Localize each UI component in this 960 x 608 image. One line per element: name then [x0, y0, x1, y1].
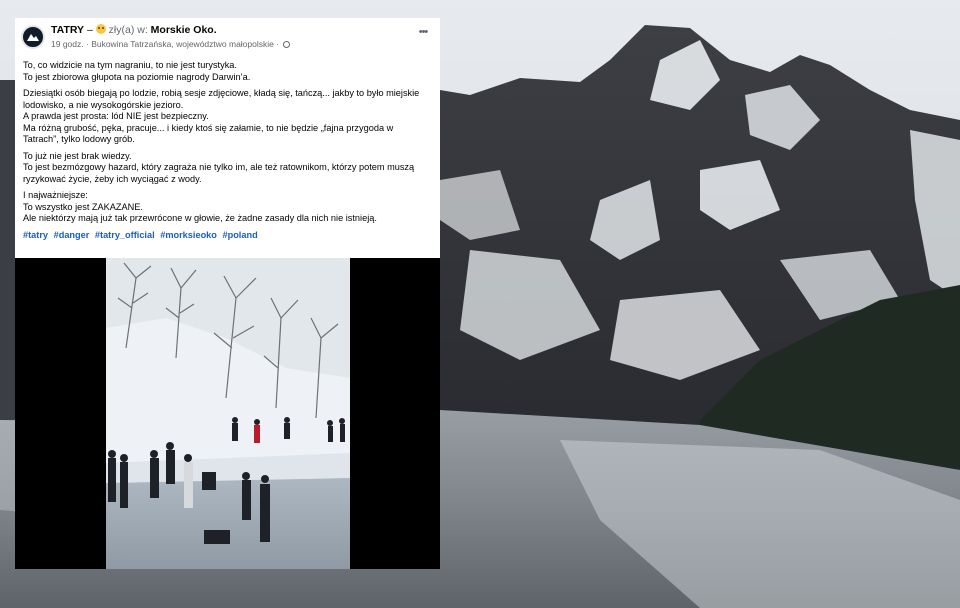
post-line: To, co widzicie na tym nagraniu, to nie …	[23, 60, 237, 70]
hashtag-list: #tatry #danger #tatry_official #morksieo…	[23, 230, 430, 242]
post-paragraph: I najważniejsze: To wszystko jest ZAKAZA…	[23, 190, 430, 225]
post-line: To jest bezmózgowy hazard, który zagraża…	[23, 162, 415, 184]
post-meta-line: 19 godz. · Bukowina Tatrzańska, wojewódz…	[51, 38, 416, 50]
feeling-separator: –	[84, 24, 96, 36]
post-body: To, co widzicie na tym nagraniu, to nie …	[21, 60, 430, 241]
post-line: Dziesiątki osób biegają po lodzie, robią…	[23, 88, 420, 110]
post-paragraph: To już nie jest brak wiedzy. To jest bez…	[23, 151, 430, 186]
angry-face-icon	[95, 24, 106, 34]
avatar[interactable]	[21, 25, 45, 49]
video-player[interactable]	[15, 258, 440, 569]
post-time-link[interactable]: 19 godz.	[51, 39, 84, 49]
post-line: Ma różną grubość, pęka, pracuje... i kie…	[23, 122, 394, 145]
post-line: I najważniejsze:	[23, 190, 88, 200]
mountain-logo-icon	[27, 34, 39, 41]
post-author-line: TATRY – zły(a) w: Morskie Oko.	[51, 24, 416, 37]
post-paragraph: To, co widzicie na tym nagraniu, to nie …	[23, 60, 430, 83]
page-name-link[interactable]: TATRY	[51, 24, 84, 36]
feeling-text: zły(a) w:	[105, 24, 151, 36]
hashtag-link[interactable]: #morksieoko	[160, 230, 217, 240]
meta-separator-2: ·	[273, 39, 282, 49]
hashtag-link[interactable]: #tatry	[23, 230, 48, 240]
video-frame	[106, 258, 350, 569]
post-line: To wszystko jest ZAKAZANE.	[23, 201, 143, 212]
post-paragraph: Dziesiątki osób biegają po lodzie, robią…	[23, 88, 430, 146]
hashtag-link[interactable]: #danger	[54, 230, 90, 240]
post-line: Ale niektórzy mają już tak przewrócone w…	[23, 213, 377, 223]
post-header: TATRY – zły(a) w: Morskie Oko. 19 godz. …	[21, 24, 430, 54]
hashtag-link[interactable]: #poland	[222, 230, 257, 240]
hashtag-link[interactable]: #tatry_official	[95, 230, 155, 240]
globe-icon	[283, 41, 291, 48]
post-line: To jest zbiorowa głupota na poziomie nag…	[23, 71, 251, 82]
facebook-post: TATRY – zły(a) w: Morskie Oko. 19 godz. …	[15, 18, 440, 258]
post-line: A prawda jest prosta: lód NIE jest bezpi…	[23, 111, 209, 121]
location-link[interactable]: Morskie Oko.	[151, 24, 217, 36]
post-place[interactable]: Bukowina Tatrzańska, województwo małopol…	[91, 39, 274, 49]
more-horizontal-icon[interactable]: •••	[416, 25, 430, 39]
post-line: To już nie jest brak wiedzy.	[23, 150, 132, 161]
